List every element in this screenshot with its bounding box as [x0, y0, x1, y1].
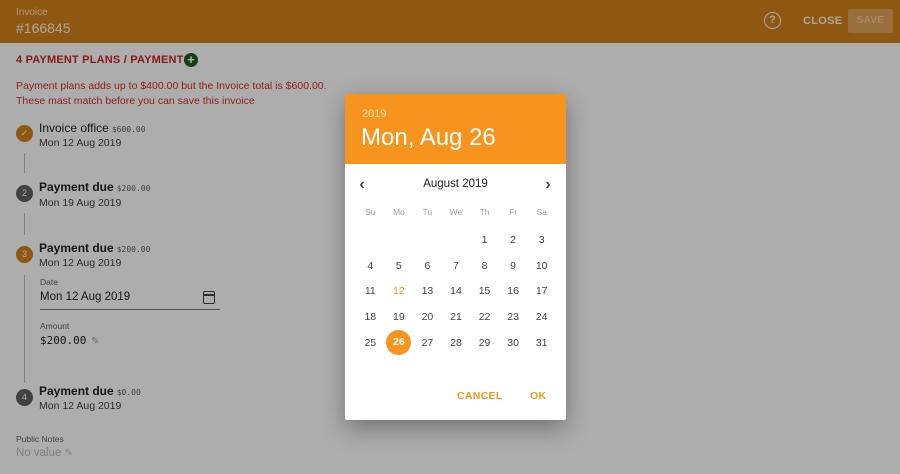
day-cell[interactable]: 27 [413, 330, 442, 356]
day-cell[interactable]: 30 [499, 330, 528, 356]
day-cell[interactable]: 14 [442, 278, 471, 304]
ok-button[interactable]: OK [530, 390, 546, 402]
day-blank [385, 227, 414, 253]
day-grid: 1 2 3 4 5 6 7 8 9 10 11 12 13 14 15 16 17 18 19 20 21 22 23 24 2… [356, 227, 556, 356]
day-cell[interactable]: 23 [499, 304, 528, 330]
day-cell[interactable]: 21 [442, 304, 471, 330]
day-cell[interactable]: 2 [499, 227, 528, 253]
cancel-button[interactable]: CANCEL [457, 390, 503, 402]
day-cell[interactable]: 5 [385, 253, 414, 279]
selected-date-title: Mon, Aug 26 [361, 124, 496, 151]
weekday-label: Th [479, 207, 490, 217]
chevron-right-icon[interactable]: › [541, 177, 555, 193]
day-blank [413, 227, 442, 253]
day-cell[interactable]: 18 [356, 304, 385, 330]
day-blank [442, 227, 471, 253]
day-cell[interactable]: 13 [413, 278, 442, 304]
day-cell[interactable]: 11 [356, 278, 385, 304]
day-cell[interactable]: 19 [385, 304, 414, 330]
day-cell[interactable]: 16 [499, 278, 528, 304]
day-cell[interactable]: 6 [413, 253, 442, 279]
weekday-label: Tu [422, 207, 433, 217]
day-cell[interactable]: 10 [527, 253, 556, 279]
weekday-label: Fr [509, 207, 518, 217]
weekday-label: We [449, 207, 463, 217]
day-cell[interactable]: 8 [470, 253, 499, 279]
dialog-actions: CANCEL OK [345, 390, 566, 410]
day-cell[interactable]: 1 [470, 227, 499, 253]
day-cell-today[interactable]: 12 [385, 278, 414, 304]
day-cell[interactable]: 15 [470, 278, 499, 304]
selected-day-number: 26 [386, 330, 412, 356]
day-cell[interactable]: 17 [527, 278, 556, 304]
day-cell[interactable]: 24 [527, 304, 556, 330]
day-cell[interactable]: 3 [527, 227, 556, 253]
weekday-label: Su [365, 207, 376, 217]
day-cell[interactable]: 20 [413, 304, 442, 330]
month-label: August 2019 [423, 178, 488, 190]
year-selector[interactable]: 2019 [362, 108, 386, 120]
day-cell[interactable]: 4 [356, 253, 385, 279]
weekday-label: Sa [536, 207, 547, 217]
day-cell-selected[interactable]: 26 [385, 330, 414, 356]
weekday-header: Su Mo Tu We Th Fr Sa [356, 207, 556, 221]
date-picker-header: 2019 Mon, Aug 26 [345, 94, 566, 164]
weekday-label: Mo [392, 207, 405, 217]
date-picker-dialog: 2019 Mon, Aug 26 ‹ August 2019 › Su Mo Tu W… [345, 94, 566, 420]
day-blank [356, 227, 385, 253]
day-cell[interactable]: 22 [470, 304, 499, 330]
day-cell[interactable]: 9 [499, 253, 528, 279]
day-cell[interactable]: 28 [442, 330, 471, 356]
day-cell[interactable]: 7 [442, 253, 471, 279]
day-cell[interactable]: 31 [527, 330, 556, 356]
day-cell[interactable]: 29 [470, 330, 499, 356]
day-cell[interactable]: 25 [356, 330, 385, 356]
